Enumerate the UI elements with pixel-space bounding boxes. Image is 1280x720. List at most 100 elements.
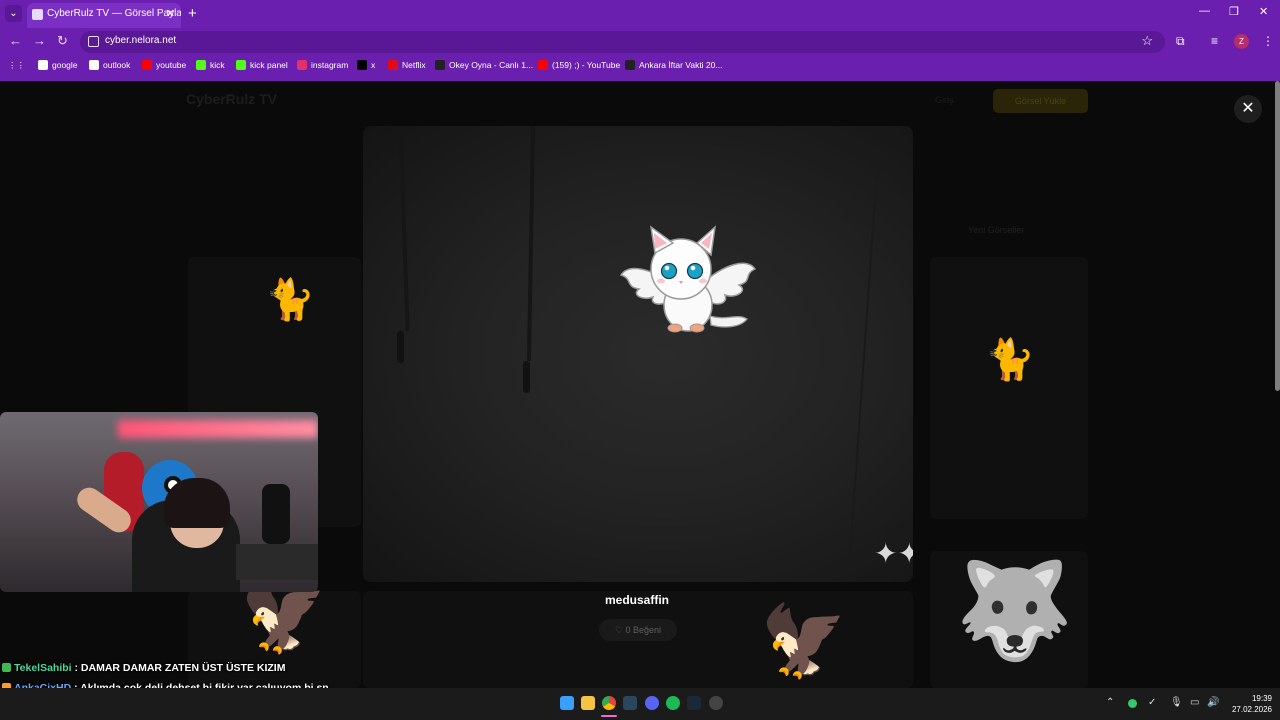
forward-button[interactable]: → xyxy=(33,33,46,48)
media-controls-icon[interactable]: ≡ xyxy=(1211,34,1218,48)
bookmark-netflix[interactable]: Netflix xyxy=(388,60,426,70)
cat-art-icon: 🐈 xyxy=(985,338,1035,382)
page-scrollbar[interactable] xyxy=(1275,81,1280,391)
file-explorer-icon[interactable] xyxy=(581,696,595,710)
bookmark-label: instagram xyxy=(311,60,349,70)
login-link[interactable]: Giriş xyxy=(935,95,954,105)
bookmark-youtube-159[interactable]: (159) ;) - YouTube xyxy=(538,60,620,70)
hoodie-aglet xyxy=(523,361,530,393)
bookmark-favicon-icon xyxy=(357,60,367,70)
bookmark-favicon-icon xyxy=(388,60,398,70)
site-favicon-icon xyxy=(32,9,43,20)
bookmark-label: Netflix xyxy=(402,60,426,70)
tab-title: CyberRulz TV — Görsel Paylaşım xyxy=(47,8,181,19)
bookmark-kick[interactable]: kick xyxy=(196,60,225,70)
chat-badge-icon xyxy=(2,663,11,672)
page-content: CyberRulz TV Giriş Görsel Yükle Yeni Gör… xyxy=(0,81,1280,688)
bookmark-favicon-icon xyxy=(538,60,548,70)
tray-overflow-icon[interactable]: ⌃ xyxy=(1106,697,1114,708)
windows-start-icon[interactable] xyxy=(560,696,574,710)
chat-username: TekelSahibi xyxy=(14,662,72,674)
settings-icon[interactable] xyxy=(709,696,723,710)
minimize-window-button[interactable]: — xyxy=(1199,5,1210,17)
bookmark-label: Okey Oyna - Canlı 1... xyxy=(449,60,534,70)
bookmark-favicon-icon xyxy=(89,60,99,70)
bookmark-x[interactable]: x xyxy=(357,60,375,70)
close-modal-button[interactable]: ✕ xyxy=(1234,95,1262,123)
streamer-hair xyxy=(164,478,230,528)
bookmark-label: outlook xyxy=(103,60,131,70)
close-window-button[interactable]: ✕ xyxy=(1259,5,1268,18)
bookmark-outlook[interactable]: outlook xyxy=(89,60,130,70)
microphone xyxy=(262,484,290,544)
volume-icon[interactable]: 🔊 xyxy=(1207,697,1219,708)
winged-creature-art-icon: 🦅 xyxy=(760,602,848,680)
bookmark-label: google xyxy=(52,60,78,70)
bookmark-label: x xyxy=(371,60,376,70)
browser-menu-icon[interactable]: ⋮ xyxy=(1262,34,1274,48)
bookmark-label: Ankara İftar Vakti 20... xyxy=(639,60,723,70)
windows-taskbar: ⌃ ✓ 🎙 ▭ 🔊 19:39 27.02.2026 xyxy=(0,688,1280,720)
cat-art-icon: 🐈 xyxy=(265,278,315,322)
tab-strip: ⌄ CyberRulz TV — Görsel Paylaşım ✕ + — ❐… xyxy=(0,0,1280,28)
browser-tab-active[interactable]: CyberRulz TV — Görsel Paylaşım ✕ xyxy=(27,3,181,28)
discord-icon[interactable] xyxy=(645,696,659,710)
status-dot-icon[interactable] xyxy=(1128,699,1137,708)
like-button[interactable]: ♡ 0 Beğeni xyxy=(599,619,677,641)
hoodie-image: ✦✦ xyxy=(363,126,913,582)
browser-chrome: ⌄ CyberRulz TV — Görsel Paylaşım ✕ + — ❐… xyxy=(0,0,1280,81)
hoodie-aglet xyxy=(397,331,404,363)
hoodie-drawstring xyxy=(398,126,410,332)
bookmark-favicon-icon xyxy=(236,60,246,70)
spotify-icon[interactable] xyxy=(666,696,680,710)
bookmark-label: (159) ;) - YouTube xyxy=(552,60,621,70)
bookmark-label: kick xyxy=(210,60,225,70)
hoodie-drawstring xyxy=(526,126,536,362)
gallery-card[interactable] xyxy=(930,257,1088,519)
bookmark-favicon-icon xyxy=(625,60,635,70)
extensions-icon[interactable]: ⧉ xyxy=(1176,34,1185,49)
microphone-icon[interactable]: 🎙 xyxy=(1170,697,1183,708)
apps-grid-icon[interactable]: ⋮⋮ xyxy=(8,60,25,71)
webcam-overlay xyxy=(0,412,318,592)
navigation-bar: ← → ↻ cyber.nelora.net ☆ ⧉ ≡ Z ⋮ xyxy=(0,30,1280,54)
clock-date: 27.02.2026 xyxy=(1231,705,1272,714)
steam-icon[interactable] xyxy=(687,696,701,710)
tab-search-icon[interactable]: ⌄ xyxy=(5,5,22,22)
hoodie-fold xyxy=(848,146,880,566)
site-logo[interactable]: CyberRulz TV xyxy=(186,91,277,107)
profile-avatar[interactable]: Z xyxy=(1234,34,1249,49)
bookmark-star-icon[interactable]: ☆ xyxy=(1141,33,1153,49)
ai-sparkle-icon: ✦✦ xyxy=(874,538,913,569)
back-button[interactable]: ← xyxy=(9,33,22,48)
network-icon[interactable]: ▭ xyxy=(1190,697,1199,708)
chrome-icon[interactable] xyxy=(602,696,616,710)
bookmark-kick-panel[interactable]: kick panel xyxy=(236,60,288,70)
bookmark-ankara-iftar[interactable]: Ankara İftar Vakti 20... xyxy=(625,60,722,70)
restore-window-button[interactable]: ❐ xyxy=(1229,5,1239,18)
reload-button[interactable]: ↻ xyxy=(57,33,68,49)
bookmark-youtube[interactable]: youtube xyxy=(142,60,186,70)
bookmark-google[interactable]: google xyxy=(38,60,78,70)
led-light-strip xyxy=(118,420,318,438)
steam-tray-icon[interactable]: ✓ xyxy=(1148,697,1156,708)
bookmark-okey[interactable]: Okey Oyna - Canlı 1... xyxy=(435,60,533,70)
bookmark-label: kick panel xyxy=(250,60,288,70)
bookmark-label: youtube xyxy=(156,60,187,70)
new-images-label: Yeni Görseller xyxy=(968,225,1025,235)
site-info-icon[interactable] xyxy=(88,36,99,47)
steam-icon[interactable] xyxy=(623,696,637,710)
bookmark-instagram[interactable]: instagram xyxy=(297,60,348,70)
system-clock[interactable]: 19:39 27.02.2026 xyxy=(1226,693,1272,715)
upload-image-button[interactable]: Görsel Yükle xyxy=(993,89,1088,113)
new-tab-button[interactable]: + xyxy=(188,5,197,22)
winged-kitten-icon xyxy=(619,225,757,333)
image-author[interactable]: medusaffin xyxy=(537,593,737,607)
chat-text: : DAMAR DAMAR ZATEN ÜST ÜSTE KIZIM xyxy=(71,662,286,674)
bookmark-favicon-icon xyxy=(38,60,48,70)
clock-time: 19:39 xyxy=(1251,694,1272,703)
tab-close-icon[interactable]: ✕ xyxy=(166,3,175,25)
url-text[interactable]: cyber.nelora.net xyxy=(105,35,176,46)
bookmark-favicon-icon xyxy=(297,60,307,70)
address-bar[interactable]: cyber.nelora.net ☆ xyxy=(80,31,1165,53)
